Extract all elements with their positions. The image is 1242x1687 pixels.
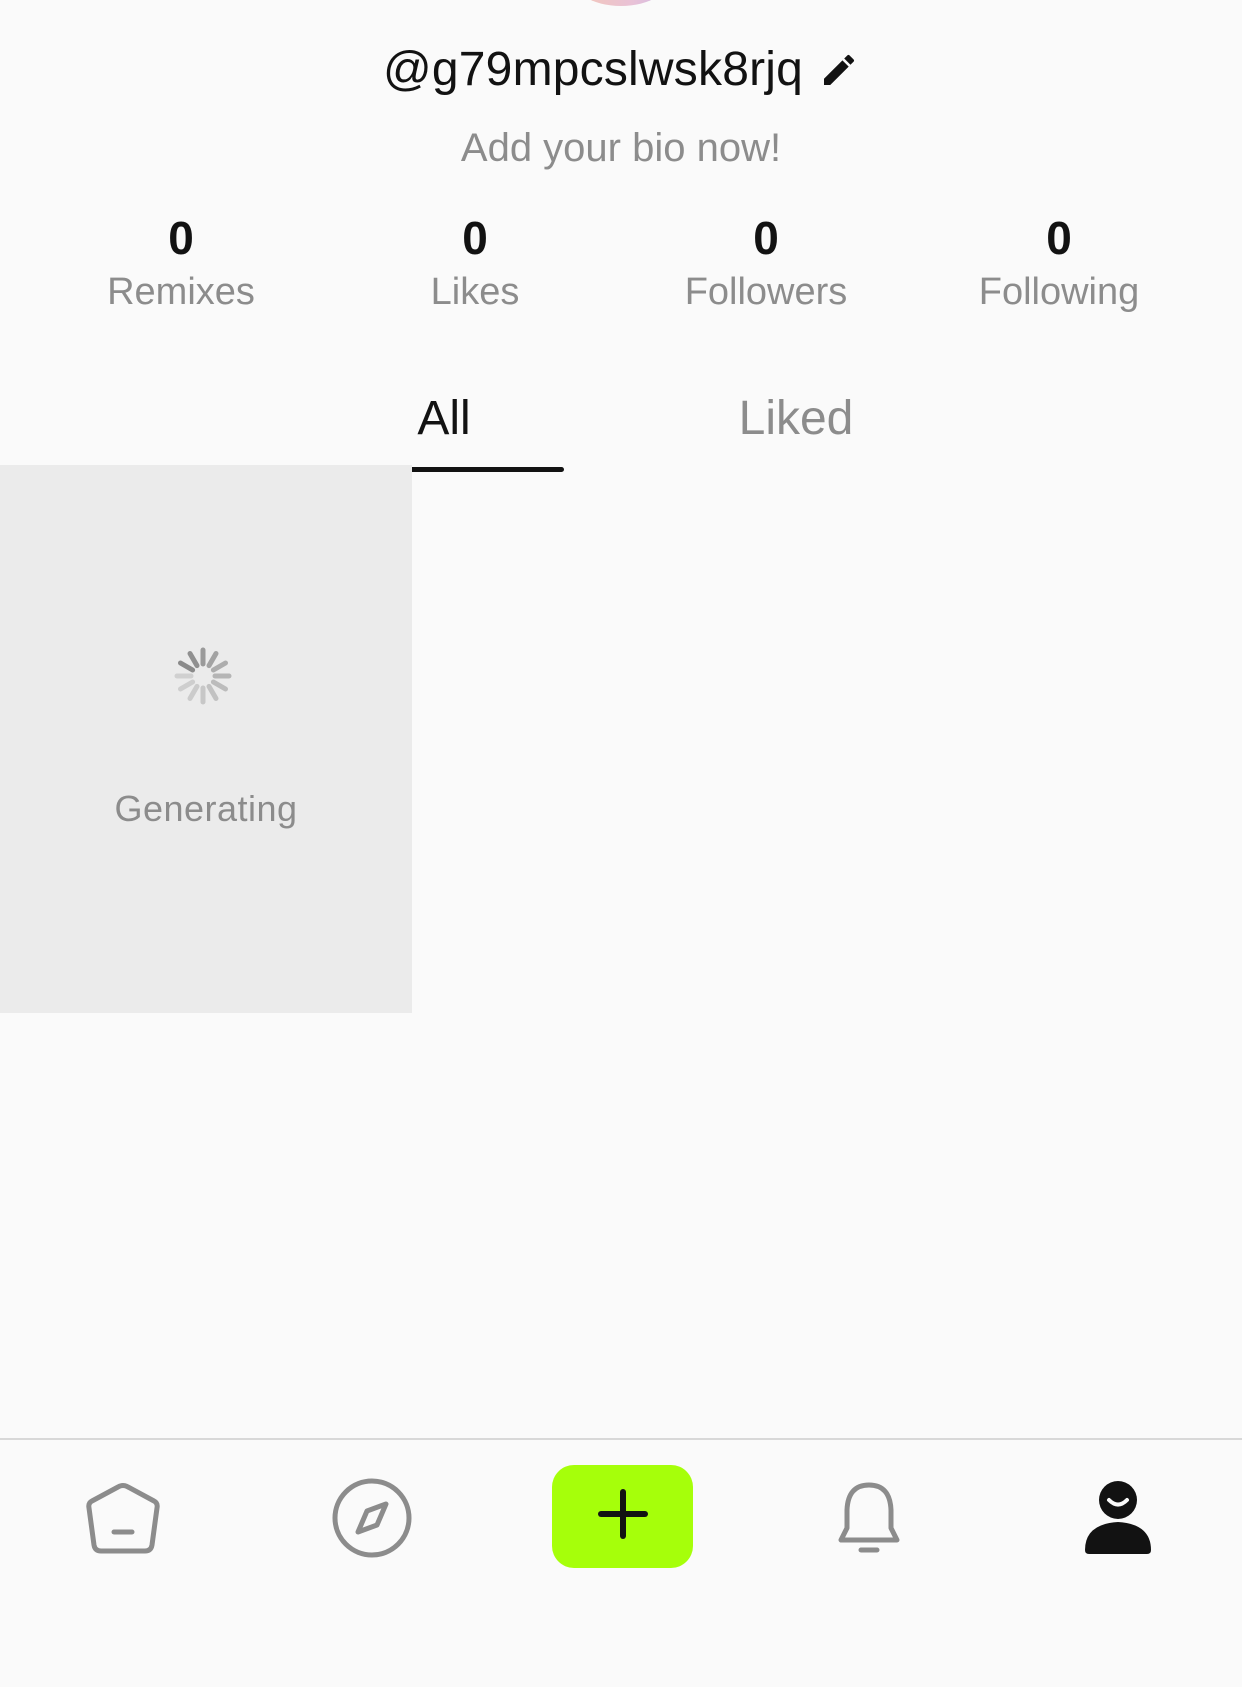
stat-remixes[interactable]: 0 Remixes [51, 210, 311, 318]
stats-row: 0 Remixes 0 Likes 0 Followers 0 Followin… [0, 210, 1242, 320]
stat-value: 0 [753, 212, 779, 264]
generating-card[interactable] [0, 465, 412, 1013]
nav-profile-button[interactable] [1078, 1474, 1158, 1564]
stat-label: Remixes [107, 271, 255, 313]
bio-text[interactable]: Add your bio now! [0, 122, 1242, 174]
stat-label: Likes [430, 271, 520, 313]
spinner-icon [172, 645, 234, 707]
profile-icon [1081, 1478, 1155, 1561]
username: @g79mpcslwsk8rjq [382, 43, 804, 96]
compass-icon [330, 1476, 414, 1565]
stat-value: 0 [1046, 212, 1072, 264]
home-icon [84, 1481, 162, 1562]
stat-value: 0 [462, 212, 488, 264]
nav-explore-button[interactable] [328, 1476, 416, 1564]
pencil-icon[interactable] [819, 50, 859, 90]
create-button[interactable] [552, 1465, 693, 1568]
stat-label: Following [978, 271, 1140, 313]
username-row: @g79mpcslwsk8rjq [0, 38, 1242, 102]
plus-icon [597, 1489, 648, 1544]
bottom-navigation [0, 1438, 1242, 1687]
stat-label: Followers [684, 271, 848, 313]
tab-all[interactable]: All [324, 384, 564, 472]
stat-value: 0 [168, 212, 194, 264]
stat-followers[interactable]: 0 Followers [636, 210, 896, 318]
stat-following[interactable]: 0 Following [929, 210, 1189, 318]
stat-likes[interactable]: 0 Likes [345, 210, 605, 318]
nav-home-button[interactable] [80, 1478, 166, 1564]
tab-liked[interactable]: Liked [716, 384, 876, 454]
nav-notifications-button[interactable] [830, 1476, 908, 1564]
generating-label: Generating [114, 788, 298, 829]
bell-icon [836, 1480, 902, 1561]
content-tabs: All Liked [0, 384, 1242, 472]
avatar[interactable] [569, 0, 673, 6]
